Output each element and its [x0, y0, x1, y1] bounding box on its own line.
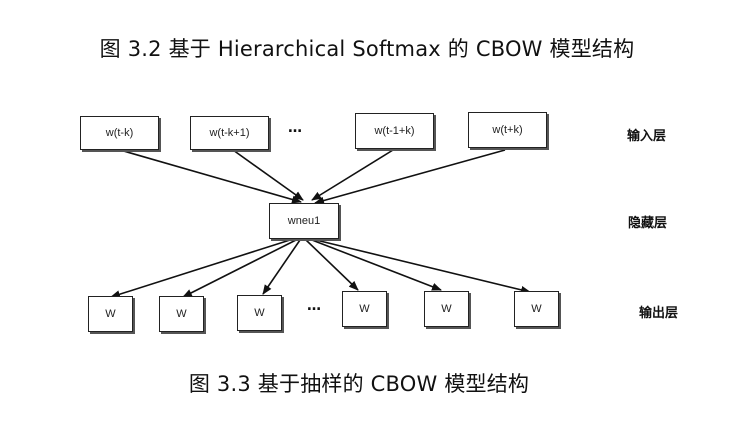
- output-layer-label: 输出层: [639, 306, 679, 321]
- output-node-3: W: [237, 295, 282, 331]
- output-ellipsis: …: [307, 298, 322, 314]
- hidden-layer-label: 隐藏层: [628, 216, 668, 231]
- output-node-1: W: [88, 296, 133, 332]
- arrow-input-4-to-hidden: [314, 149, 506, 205]
- output-node-2: W: [159, 296, 204, 332]
- hidden-node: wneu1: [269, 203, 339, 239]
- input-node-1: w(t-k): [80, 116, 159, 150]
- arrow-hidden-to-output-6: [315, 239, 531, 294]
- input-layer-label: 输入层: [627, 129, 667, 144]
- figure-caption-3-3: 图 3.3 基于抽样的 CBOW 模型结构: [188, 372, 530, 396]
- input-node-2: w(t-k+1): [190, 116, 269, 150]
- input-node-4: w(t+k): [468, 112, 547, 148]
- input-node-3: w(t-1+k): [355, 113, 434, 149]
- arrow-input-1-to-hidden: [119, 149, 302, 204]
- output-node-6: W: [514, 291, 559, 327]
- input-ellipsis: …: [288, 120, 303, 136]
- output-node-4: W: [342, 291, 387, 327]
- output-node-5: W: [424, 291, 469, 327]
